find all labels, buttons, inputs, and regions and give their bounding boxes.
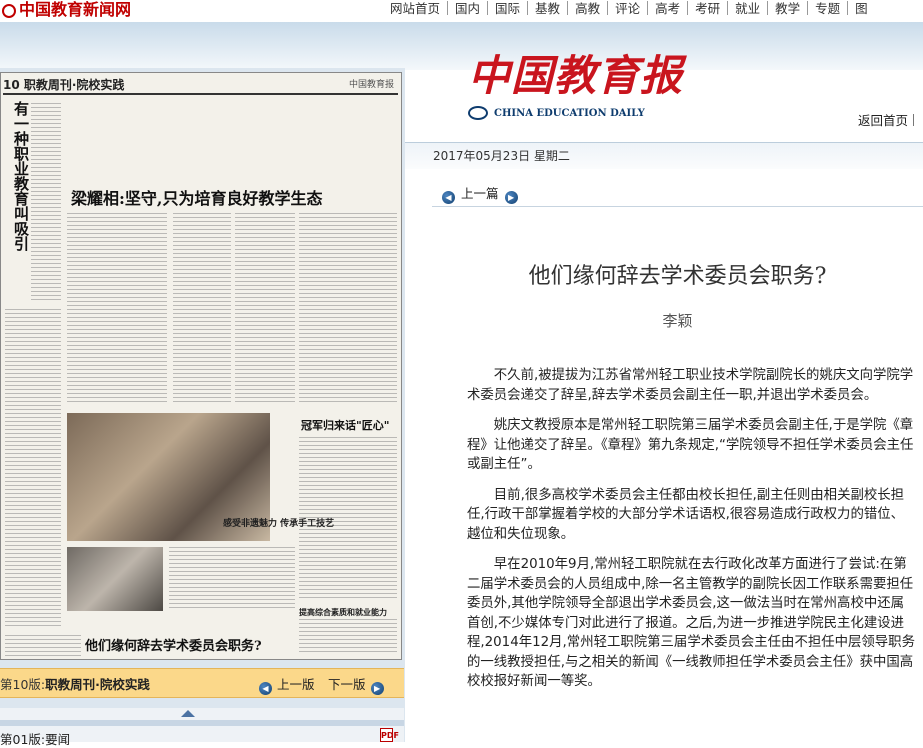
- current-edition-prefix: 第10版:: [0, 677, 46, 692]
- nav-item-pictures[interactable]: 图: [847, 1, 875, 16]
- page-preview-masthead: 中国教育报: [348, 80, 394, 90]
- nav-item-employment[interactable]: 就业: [727, 1, 767, 16]
- nav-item-kaoyan[interactable]: 考研: [687, 1, 727, 16]
- page-preview-text-column: [299, 619, 397, 655]
- page-preview-bottom-headline[interactable]: 他们缘何辞去学术委员会职务?: [85, 635, 262, 654]
- page-list: 第01版:要闻 PDF: [0, 708, 404, 747]
- page-list-divider: [0, 720, 404, 726]
- article-title: 他们缘何辞去学术委员会职务?: [528, 264, 827, 289]
- nav-item-home[interactable]: 网站首页: [383, 1, 447, 16]
- page-preview-text-column: [173, 213, 231, 403]
- page-preview-text-column: [67, 213, 167, 403]
- page-preview-text-column: [5, 309, 61, 629]
- nav-item-topics[interactable]: 专题: [807, 1, 847, 16]
- article-paragraph: 目前,很多高校学术委员会主任都由校长担任,副主任则由相关副校长担任,行政干部掌握…: [467, 487, 905, 542]
- newspaper-page-image[interactable]: 10 职教周刊·院校实践 中国教育报 有一种职业教育叫吸引 梁耀相:坚守,只为培…: [0, 72, 402, 660]
- newspaper-brand: 中国教育报 CHINA EDUCATION DAILY: [468, 48, 684, 120]
- article-author: 李颖: [662, 312, 693, 330]
- next-edition-label: 下一版: [328, 677, 366, 692]
- arrow-left-icon: ◀: [442, 191, 455, 204]
- page-preview-section-label: 10 职教周刊·院校实践: [3, 78, 125, 92]
- site-logo-text: 中国教育新闻网: [19, 0, 132, 19]
- arrow-right-icon: ▶: [370, 682, 384, 695]
- prev-edition-link[interactable]: ◀ 上一版: [259, 674, 315, 695]
- article-paragraph: 姚庆文教授原本是常州轻工职院第三届学术委员会副主任,于是学院《章程》让他递交了辞…: [467, 418, 914, 472]
- newspaper-logo: 中国教育报: [468, 51, 684, 100]
- current-edition-name: 职教周刊·院校实践: [45, 677, 150, 692]
- arrow-left-icon: ◀: [259, 682, 272, 695]
- newspaper-emblem-icon: [468, 106, 488, 120]
- site-logo-icon: [2, 4, 16, 18]
- pdf-icon[interactable]: PDF: [380, 728, 399, 742]
- next-edition-link[interactable]: 下一版 ▶: [328, 674, 384, 695]
- page-preview-header: 10 职教周刊·院校实践 中国教育报: [3, 77, 398, 95]
- issue-date: 2017年05月23日 星期二: [433, 149, 570, 163]
- article-body: 不久前,被提拔为江苏省常州轻工职业技术学院副院长的姚庆文向学院学术委员会递交了辞…: [467, 366, 917, 703]
- prev-article-link[interactable]: ◀ 上一篇 ▶: [442, 183, 518, 204]
- article-paragraph: 不久前,被提拔为江苏省常州轻工职业技术学院副院长的姚庆文向学院学术委员会递交了辞…: [467, 368, 914, 403]
- nav-item-domestic[interactable]: 国内: [447, 1, 487, 16]
- page-list-item[interactable]: 第01版:要闻: [0, 729, 70, 748]
- back-home-link[interactable]: 返回首页: [858, 110, 914, 129]
- page-preview-text-column: [235, 213, 295, 403]
- top-navigation: 网站首页 国内 国际 基教 高教 评论 高考 考研 就业 教学 专题 图: [383, 0, 875, 18]
- article-paragraph: 早在2010年9月,常州轻工职院就在去行政化改革方面进行了尝试:在第二届学术委员…: [467, 557, 915, 689]
- newspaper-english-name: CHINA EDUCATION DAILY: [494, 108, 645, 119]
- page-preview-subheadline[interactable]: 冠军归来话"匠心": [301, 417, 389, 433]
- arrow-right-icon[interactable]: ▶: [504, 191, 518, 204]
- page-preview-text-column: [31, 103, 61, 303]
- date-bar: 2017年05月23日 星期二: [405, 142, 923, 169]
- page-preview-column-caption: 提高综合素质和就业能力: [299, 608, 387, 617]
- site-logo[interactable]: 中国教育新闻网: [2, 0, 131, 22]
- nav-item-higher-education[interactable]: 高教: [567, 1, 607, 16]
- current-edition: 第10版:职教周刊·院校实践: [0, 674, 150, 693]
- page-preview-text-column: [5, 635, 81, 657]
- page-preview-vertical-title: 有一种职业教育叫吸引: [12, 101, 30, 251]
- nav-item-basic-education[interactable]: 基教: [527, 1, 567, 16]
- scroll-up-icon[interactable]: [181, 710, 195, 717]
- prev-article-label: 上一篇: [461, 186, 499, 201]
- site-header: 中国教育新闻网 网站首页 国内 国际 基教 高教 评论 高考 考研 就业 教学 …: [0, 0, 923, 23]
- page-preview-text-column: [169, 547, 295, 611]
- article-panel: ◀ 上一篇 ▶ 他们缘何辞去学术委员会职务? 李颖 不久前,被提拔为江苏省常州轻工职…: [432, 172, 923, 742]
- nav-item-gaokao[interactable]: 高考: [647, 1, 687, 16]
- nav-item-teaching[interactable]: 教学: [767, 1, 807, 16]
- article-divider: [432, 206, 923, 207]
- page-preview-text-column: [299, 213, 397, 403]
- page-preview-photo-caption: 感受非遗魅力 传承手工技艺: [223, 519, 335, 529]
- nav-item-international[interactable]: 国际: [487, 1, 527, 16]
- nav-item-commentary[interactable]: 评论: [607, 1, 647, 16]
- page-preview-headline[interactable]: 梁耀相:坚守,只为培育良好教学生态: [71, 185, 322, 209]
- prev-edition-label: 上一版: [277, 677, 315, 692]
- page-preview-photo-secondary: [67, 547, 163, 611]
- edition-navigation-bar: 第10版:职教周刊·院校实践 ◀ 上一版 下一版 ▶: [0, 668, 404, 698]
- header-background: [0, 22, 923, 70]
